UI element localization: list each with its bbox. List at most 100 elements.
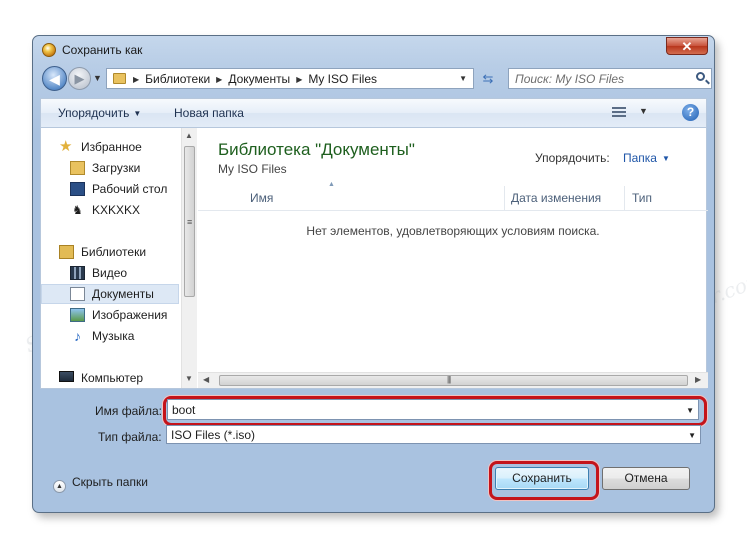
navigation-bar: ◀ ▶ ▼ ▶ Библиотеки ▶ Документы ▶ My ISO Files… xyxy=(40,64,712,94)
forward-arrow-icon: ▶ xyxy=(74,71,85,86)
search-icon[interactable] xyxy=(696,72,705,81)
sidebar-item-documents[interactable]: Документы xyxy=(41,284,179,304)
folder-icon xyxy=(113,73,126,84)
search-placeholder: Поиск: My ISO Files xyxy=(515,72,625,86)
close-button[interactable]: ✕ xyxy=(666,37,708,55)
sort-arrow-icon: ▲ xyxy=(328,181,335,188)
navigation-pane: ★ Избранное Загрузки Рабочий стол ♞ KXKX… xyxy=(41,128,181,388)
grip-icon: ||| xyxy=(447,375,451,384)
filename-label: Имя файла: xyxy=(95,404,162,418)
help-icon[interactable]: ? xyxy=(682,104,699,121)
star-icon: ★ xyxy=(59,138,73,155)
breadcrumb-separator-icon[interactable]: ▶ xyxy=(296,75,302,84)
column-header-row: ▲ Имя Дата изменения Тип xyxy=(198,181,708,211)
filename-value: boot xyxy=(172,403,196,417)
column-date-modified[interactable]: Дата изменения xyxy=(511,191,601,205)
sidebar-item-label: Изображения xyxy=(92,308,168,322)
arrange-label: Упорядочить: xyxy=(535,151,610,165)
chevron-down-icon[interactable]: ▼ xyxy=(686,406,694,415)
scroll-left-icon[interactable]: ◀ xyxy=(203,375,209,384)
sidebar-item-label: Загрузки xyxy=(92,161,141,175)
breadcrumb-documents[interactable]: Документы xyxy=(228,72,290,86)
arrange-value: Папка xyxy=(623,151,657,165)
command-bar: Упорядочить ▼ Новая папка ▼ ? xyxy=(40,98,707,128)
browser-area: ★ Избранное Загрузки Рабочий стол ♞ KXKX… xyxy=(40,128,708,389)
chevron-down-icon[interactable]: ▼ xyxy=(688,431,696,440)
back-button[interactable]: ◀ xyxy=(42,66,67,91)
images-icon xyxy=(70,308,85,322)
back-arrow-icon: ◀ xyxy=(49,71,60,87)
sidebar-scrollbar[interactable]: ▲ ≡ ▼ xyxy=(181,128,197,388)
empty-message: Нет элементов, удовлетворяющих условиям … xyxy=(306,224,600,238)
hide-folders-label: Скрыть папки xyxy=(72,475,148,489)
music-icon: ♪ xyxy=(74,328,81,344)
chevron-down-icon: ▼ xyxy=(661,154,670,163)
filetype-select[interactable]: ISO Files (*.iso) ▼ xyxy=(166,425,701,444)
sidebar-item-label: Музыка xyxy=(92,329,135,343)
column-name[interactable]: Имя xyxy=(250,191,273,205)
window-title: Сохранить как xyxy=(62,43,143,57)
breadcrumb-libraries[interactable]: Библиотеки xyxy=(145,72,210,86)
sidebar-item-libraries[interactable]: Библиотеки xyxy=(41,242,179,262)
desktop-icon xyxy=(70,182,85,196)
scrollbar-thumb[interactable]: ≡ xyxy=(184,146,195,297)
search-input[interactable]: Поиск: My ISO Files xyxy=(508,68,712,89)
sidebar-item-label: KXKXKX xyxy=(92,203,141,217)
scroll-right-icon[interactable]: ▶ xyxy=(695,375,701,384)
hide-folders-button[interactable]: ▲ Скрыть папки xyxy=(53,475,148,493)
address-dropdown[interactable]: ▼ xyxy=(459,74,467,83)
arrange-dropdown[interactable]: Папка ▼ xyxy=(623,151,670,165)
column-divider[interactable] xyxy=(624,186,625,210)
filetype-label: Тип файла: xyxy=(98,430,162,444)
downloads-icon xyxy=(70,161,85,175)
save-button[interactable]: Сохранить xyxy=(495,467,589,490)
forward-button[interactable]: ▶ xyxy=(68,67,91,90)
sidebar-item-label: Рабочий стол xyxy=(92,182,168,196)
documents-icon xyxy=(70,287,85,301)
computer-icon xyxy=(59,371,74,382)
filetype-value: ISO Files (*.iso) xyxy=(171,428,256,442)
file-list-pane: Библиотека "Документы" My ISO Files Упор… xyxy=(198,128,708,388)
sidebar-item-label: Видео xyxy=(92,266,128,280)
horizontal-scrollbar[interactable]: ◀ ||| ▶ xyxy=(198,372,708,388)
library-title: Библиотека "Документы" xyxy=(218,140,415,159)
grip-icon: ≡ xyxy=(187,217,193,227)
history-dropdown[interactable]: ▼ xyxy=(93,73,102,83)
app-icon xyxy=(42,43,56,57)
filename-input[interactable]: boot ▼ xyxy=(167,399,699,420)
view-icon[interactable] xyxy=(612,107,626,118)
sidebar-item-downloads[interactable]: Загрузки xyxy=(41,158,179,178)
scroll-up-icon[interactable]: ▲ xyxy=(185,131,193,140)
view-dropdown[interactable]: ▼ xyxy=(639,106,648,116)
library-subtitle: My ISO Files xyxy=(218,162,287,176)
sidebar-item-computer[interactable]: Компьютер xyxy=(41,368,179,388)
new-folder-button[interactable]: Новая папка xyxy=(174,106,244,120)
video-icon xyxy=(70,266,85,280)
breadcrumb: ▶ Библиотеки ▶ Документы ▶ My ISO Files xyxy=(133,72,383,86)
sidebar-item-favorites[interactable]: ★ Избранное xyxy=(41,137,179,157)
sidebar-item-music[interactable]: ♪ Музыка xyxy=(41,326,179,346)
column-type[interactable]: Тип xyxy=(632,191,652,205)
organize-label: Упорядочить xyxy=(58,106,130,120)
libraries-icon xyxy=(59,245,74,259)
sidebar-item-desktop[interactable]: Рабочий стол xyxy=(41,179,179,199)
sidebar-item-images[interactable]: Изображения xyxy=(41,305,179,325)
scroll-down-icon[interactable]: ▼ xyxy=(185,374,193,383)
organize-button[interactable]: Упорядочить ▼ xyxy=(58,106,141,120)
sidebar-item-kxkxkx[interactable]: ♞ KXKXKX xyxy=(41,200,179,220)
column-divider[interactable] xyxy=(504,186,505,210)
cancel-button[interactable]: Отмена xyxy=(602,467,690,490)
breadcrumb-iso-files[interactable]: My ISO Files xyxy=(308,72,377,86)
refresh-icon: ⇆ xyxy=(482,71,494,86)
refresh-button[interactable]: ⇆ xyxy=(479,70,497,88)
breadcrumb-separator-icon[interactable]: ▶ xyxy=(133,75,139,84)
breadcrumb-separator-icon[interactable]: ▶ xyxy=(216,75,222,84)
sidebar-item-video[interactable]: Видео xyxy=(41,263,179,283)
chevron-up-icon: ▲ xyxy=(53,480,66,493)
scrollbar-thumb[interactable]: ||| xyxy=(219,375,688,386)
user-icon: ♞ xyxy=(72,203,83,217)
address-bar[interactable]: ▶ Библиотеки ▶ Документы ▶ My ISO Files ▼ xyxy=(106,68,474,89)
sidebar-item-label: Библиотеки xyxy=(81,245,147,259)
title-bar[interactable]: Сохранить как ✕ xyxy=(33,36,714,62)
sidebar-item-label: Компьютер xyxy=(81,371,144,385)
